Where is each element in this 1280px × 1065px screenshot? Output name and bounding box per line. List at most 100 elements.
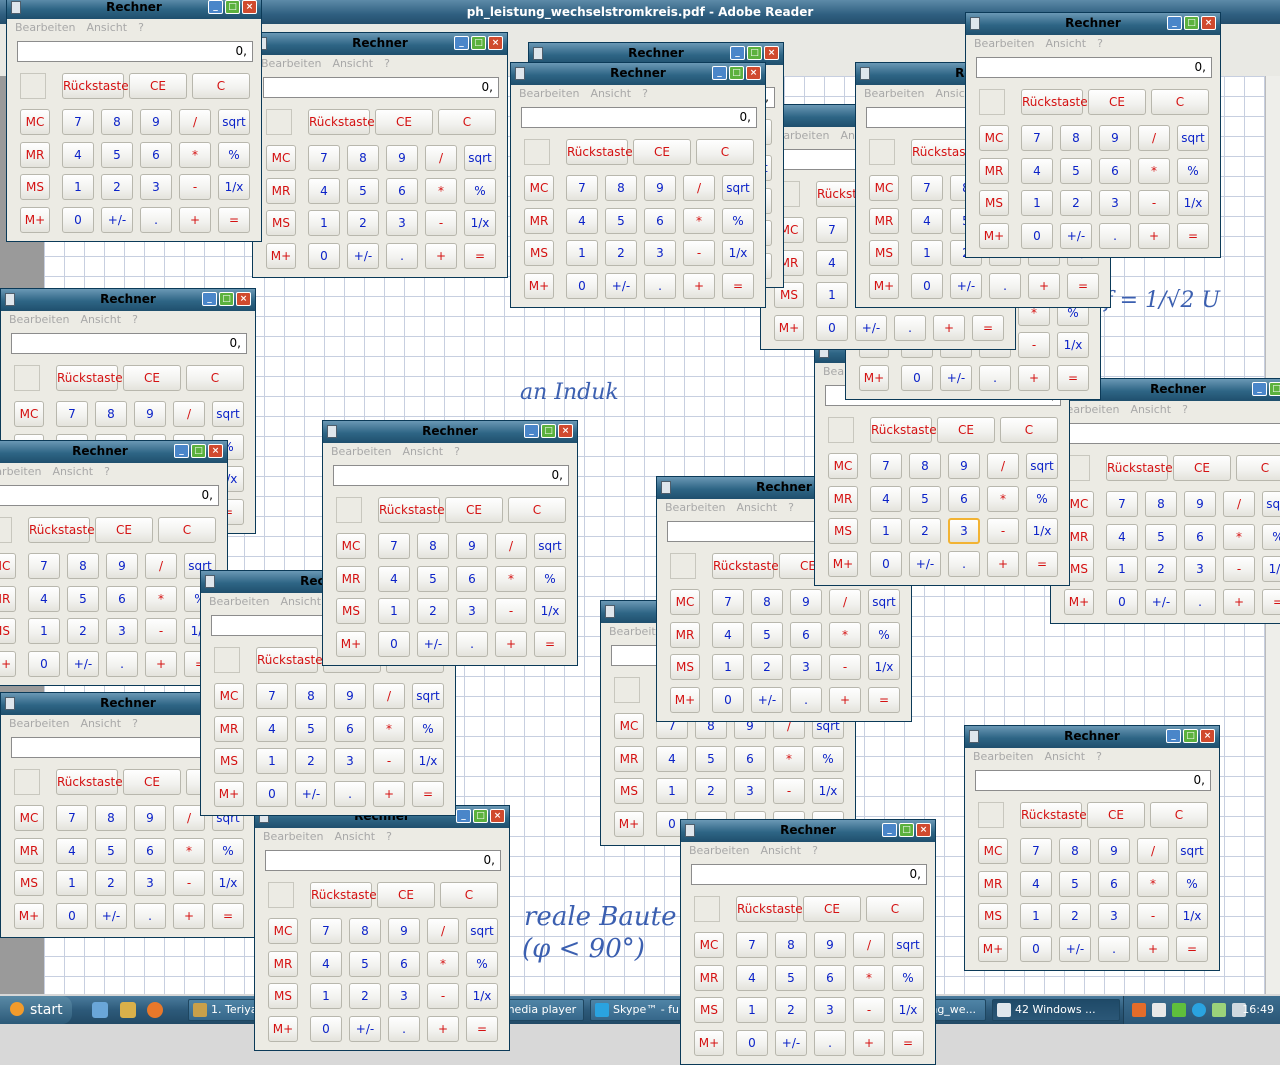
- menu-ansicht[interactable]: Ansicht: [736, 499, 777, 517]
- digit-7-button[interactable]: 7: [1020, 838, 1052, 864]
- menu-help[interactable]: ?: [132, 311, 138, 329]
- digit-4-button[interactable]: 4: [911, 208, 943, 234]
- digit-3-button[interactable]: 3: [1184, 556, 1216, 582]
- reciprocal-button[interactable]: 1/x: [1262, 556, 1280, 582]
- decimal-button[interactable]: .: [386, 243, 418, 269]
- sign-toggle-button[interactable]: +/-: [940, 365, 972, 391]
- subtract-button[interactable]: -: [173, 870, 205, 896]
- add-button[interactable]: +: [933, 315, 965, 341]
- digit-2-button[interactable]: 2: [101, 174, 133, 200]
- mc-button[interactable]: MC: [0, 553, 16, 579]
- digit-8-button[interactable]: 8: [95, 401, 127, 427]
- digit-2-button[interactable]: 2: [775, 997, 807, 1023]
- backspace-button[interactable]: Rückstaste: [56, 365, 123, 391]
- decimal-button[interactable]: .: [948, 551, 980, 577]
- divide-button[interactable]: /: [987, 453, 1019, 479]
- digit-2-button[interactable]: 2: [695, 778, 727, 804]
- ms-button[interactable]: MS: [14, 870, 44, 896]
- digit-3-button[interactable]: 3: [1098, 903, 1130, 929]
- divide-button[interactable]: /: [1223, 491, 1255, 517]
- close-button[interactable]: ×: [208, 444, 223, 458]
- ce-button[interactable]: CE: [123, 769, 181, 795]
- percent-button[interactable]: %: [892, 965, 924, 991]
- digit-9-button[interactable]: 9: [386, 145, 418, 171]
- menu-ansicht[interactable]: Ansicht: [280, 593, 321, 611]
- add-button[interactable]: +: [425, 243, 457, 269]
- minimize-button[interactable]: _: [1166, 729, 1181, 743]
- digit-6-button[interactable]: 6: [386, 178, 418, 204]
- equals-button[interactable]: =: [1262, 589, 1280, 615]
- m-plus-button[interactable]: M+: [979, 223, 1009, 249]
- mc-button[interactable]: MC: [266, 145, 296, 171]
- subtract-button[interactable]: -: [427, 983, 459, 1009]
- digit-6-button[interactable]: 6: [1098, 871, 1130, 897]
- menu-help[interactable]: ?: [642, 85, 648, 103]
- digit-3-button[interactable]: 3: [386, 210, 418, 236]
- add-button[interactable]: +: [173, 903, 205, 929]
- m-plus-button[interactable]: M+: [828, 551, 858, 577]
- menu-ansicht[interactable]: Ansicht: [80, 715, 121, 733]
- reciprocal-button[interactable]: 1/x: [534, 598, 566, 624]
- minimize-button[interactable]: _: [202, 292, 217, 306]
- backspace-button[interactable]: Rückstaste: [911, 139, 978, 165]
- add-button[interactable]: +: [829, 687, 861, 713]
- multiply-button[interactable]: *: [173, 838, 205, 864]
- digit-0-button[interactable]: 0: [378, 631, 410, 657]
- add-button[interactable]: +: [179, 207, 211, 233]
- minimize-button[interactable]: _: [456, 809, 471, 823]
- digit-8-button[interactable]: 8: [605, 175, 637, 201]
- multiply-button[interactable]: *: [145, 586, 177, 612]
- digit-6-button[interactable]: 6: [1184, 524, 1216, 550]
- reciprocal-button[interactable]: 1/x: [464, 210, 496, 236]
- percent-button[interactable]: %: [212, 838, 244, 864]
- divide-button[interactable]: /: [495, 533, 527, 559]
- m-plus-button[interactable]: M+: [1064, 589, 1094, 615]
- digit-8-button[interactable]: 8: [349, 918, 381, 944]
- sqrt-button[interactable]: sqrt: [412, 683, 444, 709]
- c-button[interactable]: C: [866, 896, 924, 922]
- sqrt-button[interactable]: sqrt: [464, 145, 496, 171]
- subtract-button[interactable]: -: [829, 654, 861, 680]
- percent-button[interactable]: %: [1026, 486, 1058, 512]
- backspace-button[interactable]: Rückstaste: [256, 647, 323, 673]
- minimize-button[interactable]: _: [712, 66, 727, 80]
- tray-network-icon[interactable]: [1152, 1003, 1166, 1017]
- task-windows-button[interactable]: 42 Windows ...: [992, 999, 1120, 1021]
- m-plus-button[interactable]: M+: [774, 315, 804, 341]
- digit-2-button[interactable]: 2: [417, 598, 449, 624]
- divide-button[interactable]: /: [427, 918, 459, 944]
- digit-7-button[interactable]: 7: [911, 175, 943, 201]
- decimal-button[interactable]: .: [456, 631, 488, 657]
- calculator-title-bar[interactable]: Rechner _ □ ×: [511, 63, 765, 85]
- digit-7-button[interactable]: 7: [712, 589, 744, 615]
- divide-button[interactable]: /: [1138, 125, 1170, 151]
- percent-button[interactable]: %: [466, 951, 498, 977]
- maximize-button[interactable]: □: [225, 0, 240, 14]
- digit-6-button[interactable]: 6: [388, 951, 420, 977]
- percent-button[interactable]: %: [1262, 524, 1280, 550]
- digit-9-button[interactable]: 9: [790, 589, 822, 615]
- add-button[interactable]: +: [1138, 223, 1170, 249]
- digit-1-button[interactable]: 1: [62, 174, 94, 200]
- digit-6-button[interactable]: 6: [140, 142, 172, 168]
- menu-help[interactable]: ?: [788, 499, 794, 517]
- menu-ansicht[interactable]: Ansicht: [760, 842, 801, 860]
- c-button[interactable]: C: [1151, 89, 1209, 115]
- divide-button[interactable]: /: [1137, 838, 1169, 864]
- digit-5-button[interactable]: 5: [605, 208, 637, 234]
- digit-1-button[interactable]: 1: [1106, 556, 1138, 582]
- subtract-button[interactable]: -: [683, 240, 715, 266]
- minimize-button[interactable]: _: [174, 444, 189, 458]
- digit-2-button[interactable]: 2: [295, 748, 327, 774]
- digit-1-button[interactable]: 1: [1020, 903, 1052, 929]
- digit-2-button[interactable]: 2: [751, 654, 783, 680]
- m-plus-button[interactable]: M+: [20, 207, 50, 233]
- add-button[interactable]: +: [987, 551, 1019, 577]
- equals-button[interactable]: =: [534, 631, 566, 657]
- reciprocal-button[interactable]: 1/x: [868, 654, 900, 680]
- add-button[interactable]: +: [427, 1016, 459, 1042]
- sqrt-button[interactable]: sqrt: [868, 589, 900, 615]
- ce-button[interactable]: CE: [937, 417, 995, 443]
- close-button[interactable]: ×: [764, 46, 779, 60]
- digit-8-button[interactable]: 8: [909, 453, 941, 479]
